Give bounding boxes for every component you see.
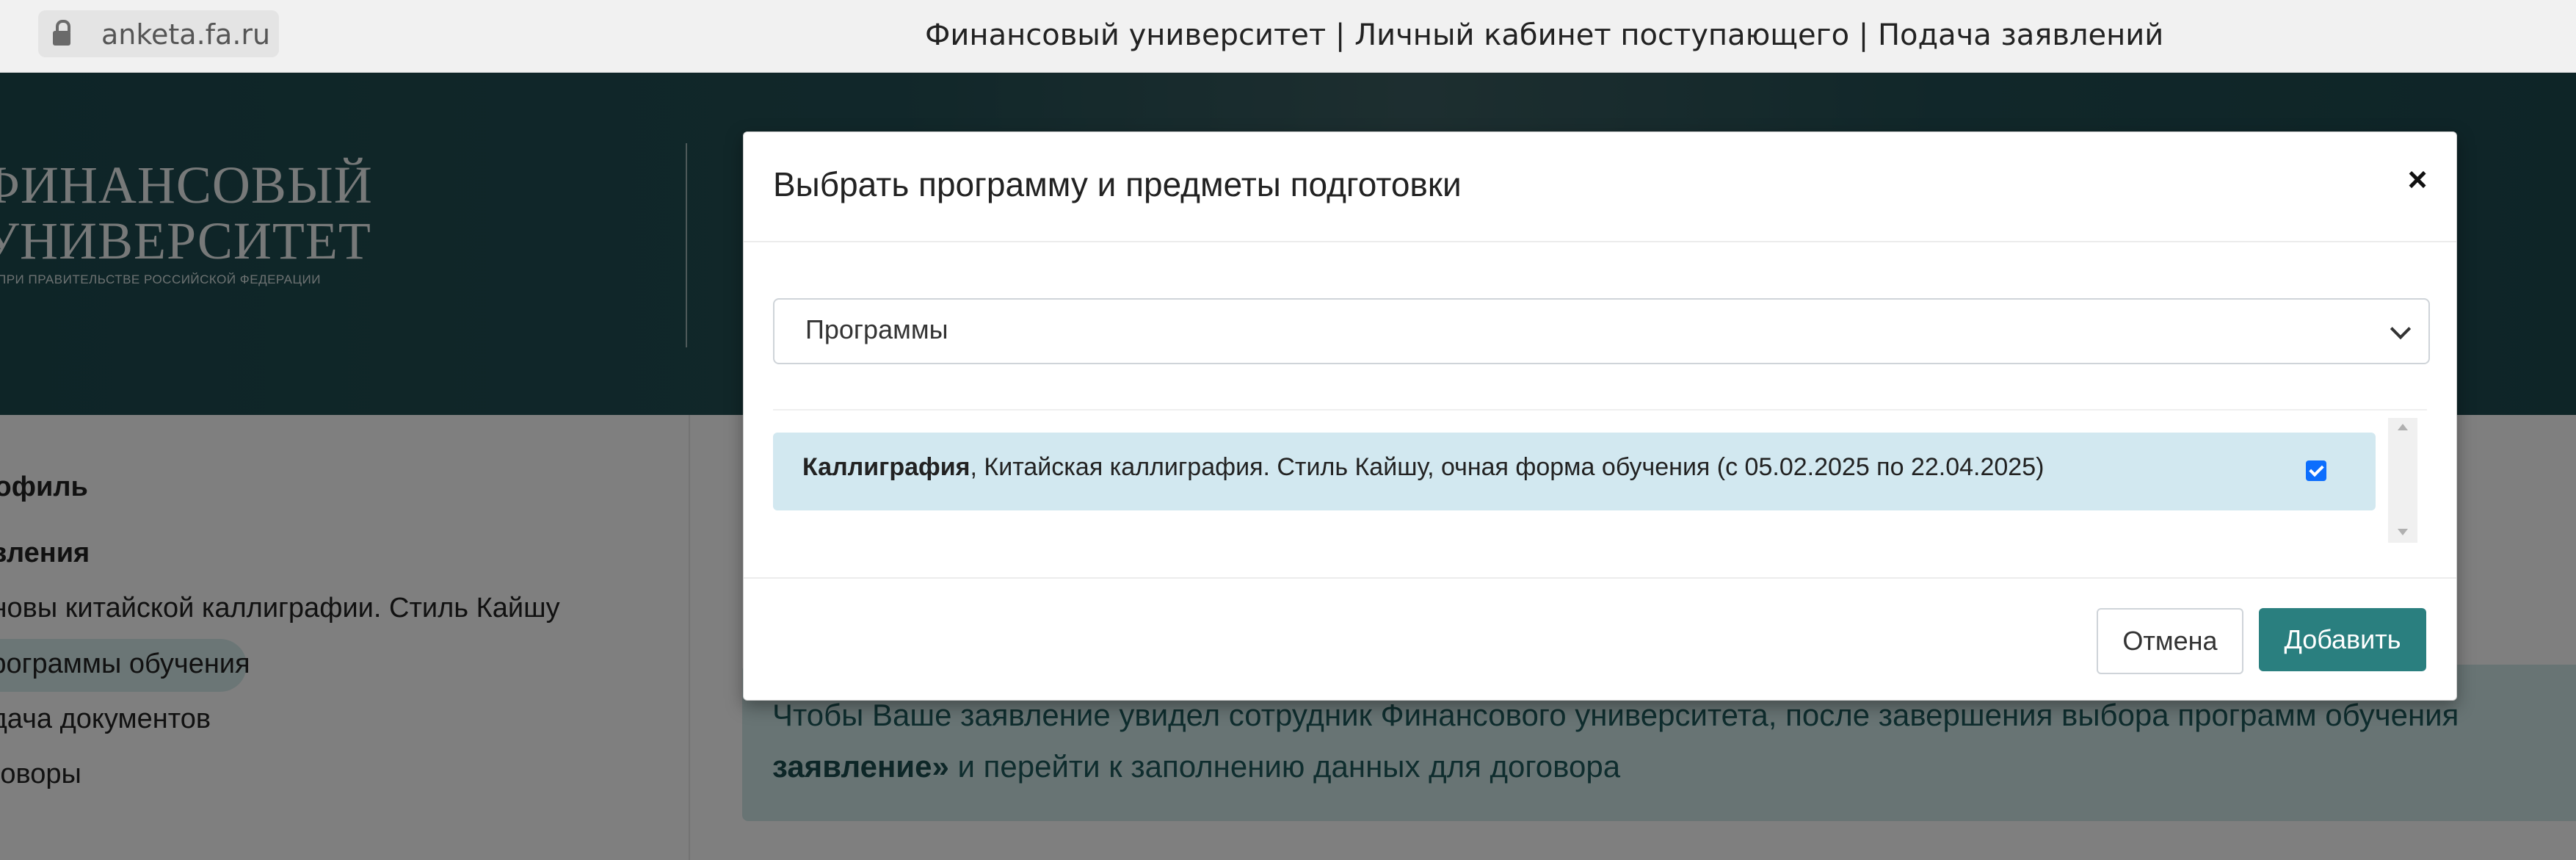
programs-select-value: Программы bbox=[805, 314, 948, 344]
modal-title: Выбрать программу и предметы подготовки bbox=[773, 165, 1462, 203]
lock-icon bbox=[53, 20, 70, 46]
chevron-down-icon bbox=[2390, 318, 2412, 340]
program-name: Каллиграфия bbox=[802, 453, 970, 481]
modal-footer: Отмена Добавить bbox=[744, 577, 2456, 701]
scroll-down-icon[interactable] bbox=[2398, 529, 2408, 535]
browser-bar: anketa.fa.ru Финансовый университет | Ли… bbox=[0, 0, 2576, 73]
cancel-button[interactable]: Отмена bbox=[2097, 608, 2243, 674]
url-text[interactable]: anketa.fa.ru bbox=[101, 16, 270, 53]
program-details: , Китайская каллиграфия. Стиль Кайшу, оч… bbox=[970, 453, 2045, 481]
programs-select[interactable]: Программы bbox=[773, 298, 2430, 364]
close-icon[interactable]: × bbox=[2398, 160, 2437, 198]
select-program-modal: Выбрать программу и предметы подготовки … bbox=[743, 131, 2457, 701]
page-title: Финансовый университет | Личный кабинет … bbox=[925, 18, 2164, 52]
list-scrollbar[interactable] bbox=[2388, 418, 2417, 543]
program-list: Каллиграфия, Китайская каллиграфия. Стил… bbox=[773, 409, 2427, 550]
modal-header: Выбрать программу и предметы подготовки … bbox=[744, 132, 2456, 242]
scroll-up-icon[interactable] bbox=[2398, 424, 2408, 430]
list-item[interactable]: Каллиграфия, Китайская каллиграфия. Стил… bbox=[773, 433, 2376, 510]
program-row-text: Каллиграфия, Китайская каллиграфия. Стил… bbox=[802, 453, 2044, 482]
program-checkbox[interactable] bbox=[2306, 460, 2326, 481]
add-button[interactable]: Добавить bbox=[2259, 608, 2426, 671]
